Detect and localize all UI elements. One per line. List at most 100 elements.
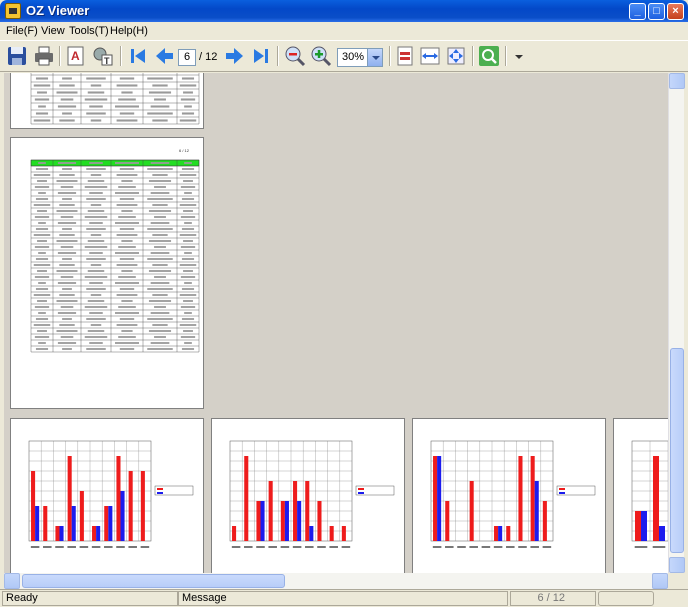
bar-chart-2 bbox=[229, 440, 395, 548]
chart-category-label bbox=[506, 546, 515, 548]
table-cell-text bbox=[56, 180, 78, 182]
scroll-down-button[interactable] bbox=[669, 557, 685, 573]
chevron-down-icon[interactable] bbox=[367, 49, 382, 66]
table-cell-text bbox=[148, 330, 172, 332]
table-cell-text bbox=[60, 186, 74, 188]
table-cell-text bbox=[119, 168, 135, 170]
table-cell-text bbox=[57, 342, 77, 344]
text-export-icon[interactable]: A bbox=[65, 45, 87, 67]
toolbar-separator bbox=[59, 46, 61, 66]
svg-text:A: A bbox=[71, 49, 80, 63]
chart-bar-blue bbox=[96, 526, 101, 541]
page-number-input[interactable]: 6 bbox=[178, 49, 196, 66]
table-cell-text bbox=[184, 282, 192, 284]
vertical-scroll-thumb[interactable] bbox=[670, 348, 684, 553]
table-cell-text bbox=[60, 216, 74, 218]
table-cell-text bbox=[115, 312, 139, 314]
table-cell-text bbox=[154, 306, 166, 308]
search-icon[interactable] bbox=[478, 45, 500, 67]
table-cell-text bbox=[34, 98, 50, 101]
chart-bar-red bbox=[280, 501, 285, 541]
previous-page-icon[interactable] bbox=[153, 45, 175, 67]
table-cell-text bbox=[148, 300, 172, 302]
status-bar: Ready Message 6 / 12 bbox=[0, 589, 688, 607]
text-tool-icon[interactable]: T bbox=[92, 45, 114, 67]
table-cell-text bbox=[59, 174, 75, 176]
maximize-button[interactable]: □ bbox=[648, 3, 665, 20]
title-bar: OZ Viewer _ □ × bbox=[0, 0, 688, 22]
chart-category-label bbox=[91, 546, 101, 548]
first-page-icon[interactable] bbox=[127, 45, 149, 67]
window-title: OZ Viewer bbox=[26, 3, 90, 18]
table-cell-text bbox=[116, 264, 138, 266]
table-cell-text bbox=[59, 234, 75, 236]
chart-category-label bbox=[634, 546, 648, 548]
table-cell-text bbox=[90, 234, 102, 236]
scroll-right-button[interactable] bbox=[652, 573, 668, 589]
table-cell-text bbox=[148, 240, 172, 242]
table-cell-text bbox=[147, 288, 173, 290]
toolbar-overflow-icon[interactable] bbox=[513, 45, 525, 67]
table-cell-text bbox=[56, 300, 78, 302]
scroll-left-button[interactable] bbox=[4, 573, 20, 589]
table-cell-text bbox=[90, 174, 102, 176]
fit-page-icon[interactable] bbox=[394, 45, 416, 67]
table-cell-text bbox=[34, 336, 50, 338]
table-cell-text bbox=[34, 186, 50, 188]
table-cell-text bbox=[59, 84, 75, 87]
table-cell-text bbox=[87, 91, 105, 94]
table-cell-text bbox=[56, 330, 78, 332]
table-cell-text bbox=[86, 168, 106, 170]
vertical-scrollbar[interactable] bbox=[668, 73, 685, 573]
chart-bar-red bbox=[79, 491, 84, 541]
table-cell-text bbox=[87, 300, 105, 302]
chart-bar-red bbox=[244, 456, 249, 541]
menu-help[interactable]: Help(H) bbox=[110, 25, 148, 37]
zoom-out-icon[interactable] bbox=[284, 45, 306, 67]
legend-swatch-red bbox=[358, 488, 364, 490]
fit-width-icon[interactable] bbox=[419, 45, 441, 67]
table-cell-text bbox=[62, 168, 72, 170]
close-button[interactable]: × bbox=[667, 3, 684, 20]
zoom-select[interactable]: 30% bbox=[337, 48, 383, 67]
table-cell-text bbox=[150, 105, 170, 108]
table-page-svg: 6 / 12 bbox=[30, 148, 200, 353]
table-cell-text bbox=[57, 105, 77, 108]
chart-bar-red bbox=[506, 526, 511, 541]
document-viewer[interactable]: 6 / 12 bbox=[4, 73, 668, 573]
menu-view[interactable]: View bbox=[41, 25, 65, 37]
table-cell-text bbox=[121, 330, 133, 332]
table-cell-text bbox=[152, 264, 168, 266]
chart-category-label bbox=[43, 546, 52, 548]
chart-category-label bbox=[244, 546, 253, 548]
next-page-icon[interactable] bbox=[224, 45, 246, 67]
table-cell-text bbox=[115, 162, 139, 164]
save-icon[interactable] bbox=[6, 45, 28, 67]
table-cell-text bbox=[154, 98, 166, 101]
actual-size-icon[interactable] bbox=[445, 45, 467, 67]
table-cell-text bbox=[147, 228, 173, 230]
table-cell-text bbox=[183, 300, 193, 302]
chart-bar-blue bbox=[309, 526, 314, 541]
status-ready: Ready bbox=[2, 591, 178, 606]
chart-category-label bbox=[280, 546, 290, 548]
chart-bar-red bbox=[530, 456, 535, 541]
table-cell-text bbox=[115, 222, 139, 224]
print-icon[interactable] bbox=[33, 45, 55, 67]
chart-bar-red bbox=[31, 471, 36, 541]
last-page-icon[interactable] bbox=[250, 45, 272, 67]
chart-bar-blue bbox=[659, 526, 665, 541]
table-cell-text bbox=[180, 98, 196, 101]
scroll-up-button[interactable] bbox=[669, 73, 685, 89]
table-cell-text bbox=[90, 119, 102, 122]
zoom-in-icon[interactable] bbox=[310, 45, 332, 67]
minimize-button[interactable]: _ bbox=[629, 3, 646, 20]
table-cell-text bbox=[90, 204, 102, 206]
horizontal-scrollbar[interactable] bbox=[4, 573, 668, 589]
table-cell-text bbox=[152, 324, 168, 326]
chart-bar-red bbox=[518, 456, 523, 541]
horizontal-scroll-thumb[interactable] bbox=[22, 574, 285, 588]
menu-tools[interactable]: Tools(T) bbox=[69, 25, 109, 37]
menu-file[interactable]: File(F) bbox=[6, 25, 38, 37]
toolbar-separator bbox=[389, 46, 391, 66]
